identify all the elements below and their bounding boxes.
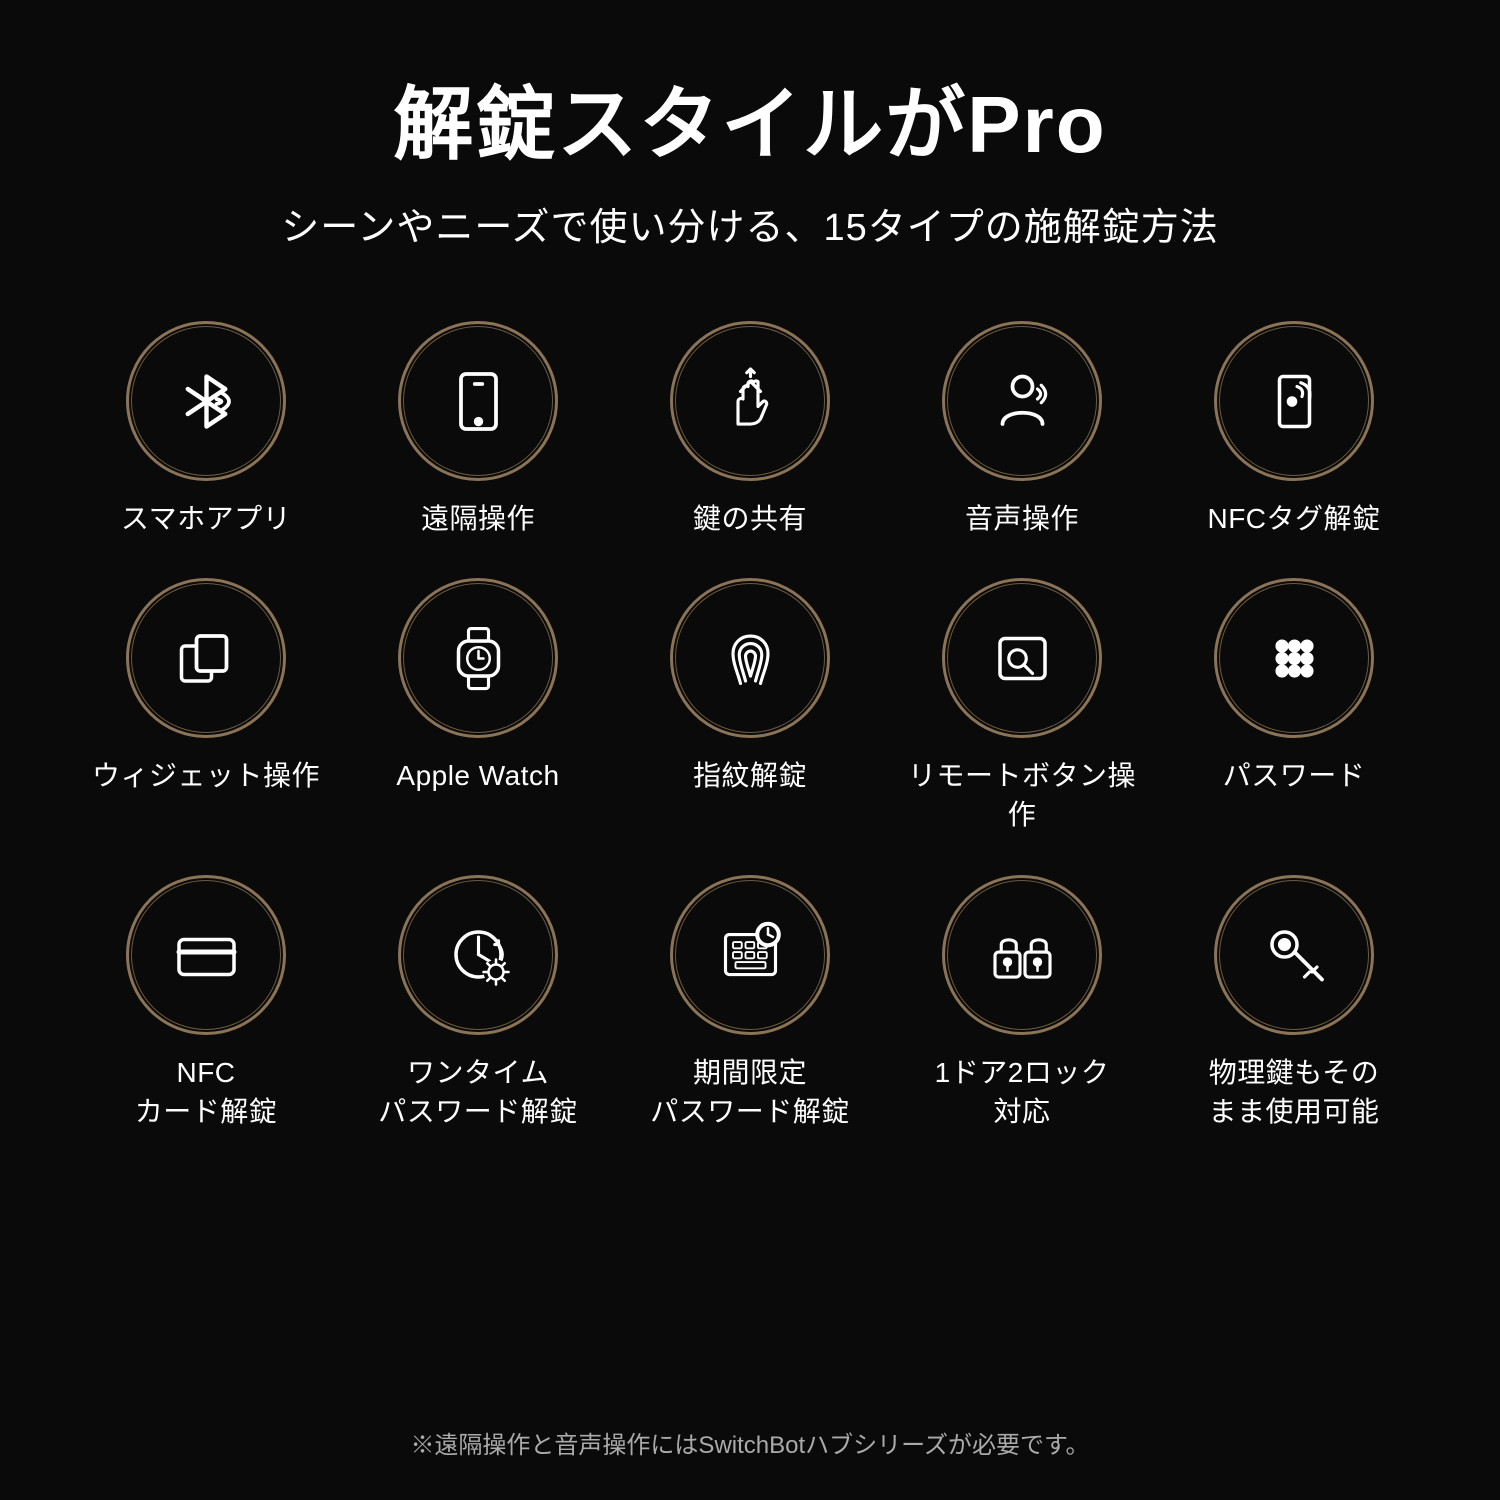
- icon-circle-remote-control: [398, 321, 558, 481]
- icon-item-double-lock: 1ドア2ロック 対応: [896, 875, 1148, 1131]
- icon-item-time-limited: 期間限定 パスワード解錠: [624, 875, 876, 1131]
- icon-label-fingerprint: 指紋解錠: [693, 756, 807, 795]
- one-time-icon: [441, 917, 516, 992]
- sub-title: シーンやニーズで使い分ける、15タイプの施解錠方法: [281, 196, 1218, 251]
- icon-item-voice-control: 音声操作: [896, 321, 1148, 538]
- physical-key-icon: [1257, 917, 1332, 992]
- watch-icon: [441, 621, 516, 696]
- icon-label-bluetooth-app: スマホアプリ: [121, 499, 291, 538]
- key-share-icon: [713, 364, 788, 439]
- icon-label-time-limited: 期間限定 パスワード解錠: [650, 1053, 850, 1131]
- voice-icon: [985, 364, 1060, 439]
- icon-item-password: パスワード: [1168, 578, 1420, 834]
- time-limited-icon: [713, 917, 788, 992]
- icon-label-double-lock: 1ドア2ロック 対応: [935, 1053, 1110, 1131]
- icon-circle-widget: [126, 578, 286, 738]
- bluetooth-icon: [169, 364, 244, 439]
- smartphone-icon: [441, 364, 516, 439]
- main-container: 解錠スタイルがPro シーンやニーズで使い分ける、15タイプの施解錠方法 スマホ…: [0, 0, 1500, 1500]
- icon-circle-voice-control: [942, 321, 1102, 481]
- icon-circle-nfc-tag: [1214, 321, 1374, 481]
- icon-item-remote-control: 遠隔操作: [352, 321, 604, 538]
- widget-icon: [169, 621, 244, 696]
- nfc-tag-icon: [1257, 364, 1332, 439]
- icon-label-physical-key: 物理鍵もその まま使用可能: [1208, 1053, 1379, 1131]
- icon-circle-key-share: [670, 321, 830, 481]
- password-icon: [1257, 621, 1332, 696]
- icon-item-widget: ウィジェット操作: [80, 578, 332, 834]
- icon-circle-remote-button: [942, 578, 1102, 738]
- icon-item-key-share: 鍵の共有: [624, 321, 876, 538]
- icon-item-bluetooth-app: スマホアプリ: [80, 321, 332, 538]
- icon-label-nfc-tag: NFCタグ解錠: [1207, 499, 1380, 538]
- icon-circle-time-limited: [670, 875, 830, 1035]
- icon-label-key-share: 鍵の共有: [693, 499, 807, 538]
- card-icon: [169, 917, 244, 992]
- icon-label-nfc-card: NFC カード解錠: [135, 1053, 278, 1131]
- icon-label-password: パスワード: [1223, 756, 1366, 795]
- icon-item-nfc-tag: NFCタグ解錠: [1168, 321, 1420, 538]
- icon-label-widget: ウィジェット操作: [92, 756, 320, 795]
- double-lock-icon: [985, 917, 1060, 992]
- icon-label-apple-watch: Apple Watch: [396, 756, 559, 795]
- icon-label-voice-control: 音声操作: [965, 499, 1079, 538]
- icon-circle-apple-watch: [398, 578, 558, 738]
- icon-circle-double-lock: [942, 875, 1102, 1035]
- icon-item-fingerprint: 指紋解錠: [624, 578, 876, 834]
- icon-circle-fingerprint: [670, 578, 830, 738]
- icon-item-physical-key: 物理鍵もその まま使用可能: [1168, 875, 1420, 1131]
- icon-item-apple-watch: Apple Watch: [352, 578, 604, 834]
- icon-item-one-time-pw: ワンタイム パスワード解錠: [352, 875, 604, 1131]
- icon-label-remote-control: 遠隔操作: [421, 499, 535, 538]
- icon-circle-bluetooth-app: [126, 321, 286, 481]
- icon-circle-one-time-pw: [398, 875, 558, 1035]
- icon-circle-password: [1214, 578, 1374, 738]
- icon-item-nfc-card: NFC カード解錠: [80, 875, 332, 1131]
- fingerprint-icon: [713, 621, 788, 696]
- icon-label-one-time-pw: ワンタイム パスワード解錠: [378, 1053, 578, 1131]
- icon-circle-physical-key: [1214, 875, 1374, 1035]
- icon-circle-nfc-card: [126, 875, 286, 1035]
- icons-grid: スマホアプリ 遠隔操作: [80, 321, 1420, 1131]
- icon-item-remote-button: リモートボタン操作: [896, 578, 1148, 834]
- icon-label-remote-button: リモートボタン操作: [896, 756, 1148, 834]
- footnote: ※遠隔操作と音声操作にはSwitchBotハブシリーズが必要です。: [410, 1425, 1089, 1460]
- main-title: 解錠スタイルがPro: [393, 60, 1106, 176]
- remote-button-icon: [985, 621, 1060, 696]
